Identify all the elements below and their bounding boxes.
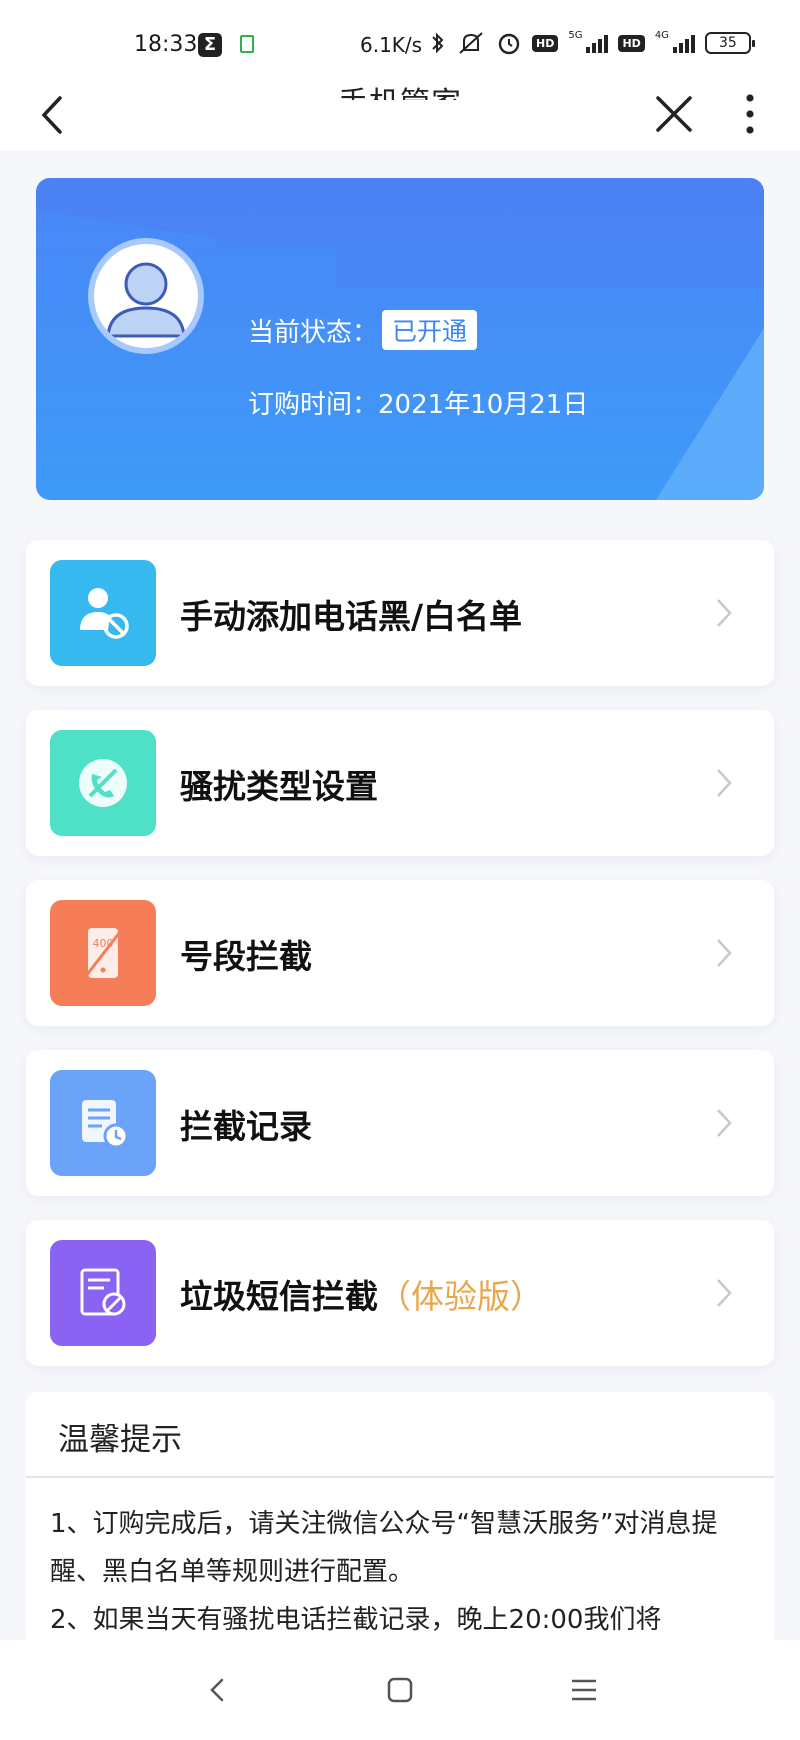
message-block-icon bbox=[50, 1240, 156, 1346]
menu-label: 手动添加电话黑/白名单 bbox=[180, 597, 523, 636]
status-label: 当前状态： bbox=[248, 317, 379, 348]
tips-body: 1、订购完成后，请关注微信公众号“智慧沃服务”对消息提醒、黑白名单等规则进行配置… bbox=[50, 1500, 760, 1642]
close-icon[interactable] bbox=[650, 90, 700, 140]
hd-badge-2: HD bbox=[618, 34, 645, 52]
signal-icon-2 bbox=[672, 33, 695, 53]
avatar bbox=[88, 238, 204, 354]
more-icon[interactable] bbox=[735, 90, 765, 140]
chevron-right-icon bbox=[717, 769, 732, 797]
chevron-right-icon bbox=[717, 939, 732, 967]
status-badge: 已开通 bbox=[382, 310, 478, 350]
system-navigation-bar bbox=[0, 1640, 800, 1740]
status-time: 18:33 bbox=[134, 32, 198, 57]
menu-item-block-records[interactable]: 拦截记录 bbox=[26, 1050, 774, 1196]
menu-item-harass-type[interactable]: 骚扰类型设置 bbox=[26, 710, 774, 856]
phone-block-icon bbox=[50, 730, 156, 836]
bluetooth-icon bbox=[432, 32, 444, 54]
system-home-icon[interactable] bbox=[382, 1672, 418, 1708]
menu-label: 拦截记录 bbox=[180, 1107, 312, 1146]
person-block-icon bbox=[50, 560, 156, 666]
menu-label: 骚扰类型设置 bbox=[180, 767, 378, 806]
signal-icon-1 bbox=[586, 33, 609, 53]
trial-badge: （体验版） bbox=[378, 1277, 543, 1316]
order-time: 订购时间：2021年10月21日 bbox=[248, 390, 589, 420]
status-bar: 18:33 Σ 6.1K/s HD 5G HD 4G 35 bbox=[0, 0, 800, 80]
chevron-right-icon bbox=[717, 1109, 732, 1137]
record-clock-icon bbox=[50, 1070, 156, 1176]
menu-label: 号段拦截 bbox=[180, 937, 312, 976]
sigma-app-icon: Σ bbox=[198, 33, 222, 57]
subscription-card: 当前状态： 已开通 订购时间：2021年10月21日 bbox=[36, 178, 764, 500]
number-segment-icon: 400 bbox=[50, 900, 156, 1006]
cleaner-app-icon bbox=[240, 35, 254, 53]
system-menu-icon[interactable] bbox=[566, 1672, 602, 1708]
system-icons: HD 5G HD 4G 35 bbox=[430, 28, 755, 58]
battery-icon: 35 bbox=[704, 32, 755, 54]
menu-item-number-segment[interactable]: 400 号段拦截 bbox=[26, 880, 774, 1026]
network-speed: 6.1K/s bbox=[360, 33, 423, 57]
tips-line-2: 2、如果当天有骚扰电话拦截记录，晚上20:00我们将 bbox=[50, 1605, 662, 1635]
chevron-right-icon bbox=[717, 599, 732, 627]
menu-label-text: 垃圾短信拦截 bbox=[180, 1277, 378, 1316]
alarm-icon bbox=[498, 33, 520, 55]
mute-icon bbox=[459, 32, 483, 54]
menu-item-blacklist[interactable]: 手动添加电话黑/白名单 bbox=[26, 540, 774, 686]
menu-label: 垃圾短信拦截（体验版） bbox=[180, 1270, 543, 1318]
divider bbox=[26, 1476, 774, 1478]
menu-item-spam-sms[interactable]: 垃圾短信拦截（体验版） bbox=[26, 1220, 774, 1366]
network-5g: 5G bbox=[568, 29, 583, 41]
chevron-right-icon bbox=[717, 1279, 732, 1307]
tips-panel: 温馨提示 1、订购完成后，请关注微信公众号“智慧沃服务”对消息提醒、黑白名单等规… bbox=[26, 1392, 774, 1642]
tips-line-1: 1、订购完成后，请关注微信公众号“智慧沃服务”对消息提醒、黑白名单等规则进行配置… bbox=[50, 1509, 718, 1587]
status-row: 当前状态： 已开通 bbox=[248, 310, 478, 350]
user-icon bbox=[106, 262, 186, 338]
system-back-icon[interactable] bbox=[200, 1672, 236, 1708]
nav-bar: 手机管家 bbox=[0, 80, 800, 150]
hd-badge-1: HD bbox=[532, 34, 559, 52]
network-4g: 4G bbox=[654, 29, 669, 41]
tips-title: 温馨提示 bbox=[58, 1422, 182, 1458]
